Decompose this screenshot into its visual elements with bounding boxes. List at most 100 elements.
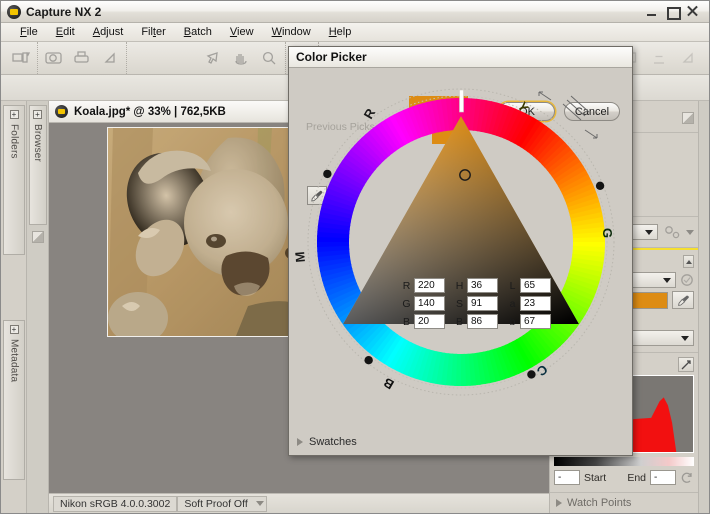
camera-icon[interactable] xyxy=(41,46,67,70)
input-a[interactable]: 23 xyxy=(520,296,551,311)
label-r: R xyxy=(402,279,411,292)
watch-points-expander[interactable]: Watch Points xyxy=(550,493,698,513)
label-l: L xyxy=(509,279,516,292)
sidebar-item-folders[interactable]: + Folders xyxy=(3,105,25,255)
input-b-hsb[interactable]: 86 xyxy=(467,314,498,329)
label-s: S xyxy=(455,297,463,310)
zoom-out-icon[interactable] xyxy=(646,46,672,70)
input-l[interactable]: 65 xyxy=(520,278,551,293)
value-row-3: B 20 B 86 b 67 xyxy=(399,314,558,329)
app-title: Capture NX 2 xyxy=(26,4,102,19)
print-icon[interactable] xyxy=(69,46,95,70)
input-b-rgb[interactable]: 20 xyxy=(414,314,445,329)
sidebar-item-label: Folders xyxy=(8,124,20,159)
menu-edit[interactable]: Edit xyxy=(47,25,84,39)
menu-help[interactable]: Help xyxy=(320,25,361,39)
hand-icon[interactable] xyxy=(228,46,254,70)
svg-text:M: M xyxy=(295,251,308,263)
reset-arrow-icon[interactable] xyxy=(680,471,694,485)
menu-window[interactable]: Window xyxy=(263,25,320,39)
menu-file[interactable]: File xyxy=(11,25,47,39)
color-picker-dialog: Color Picker Previous Picks OK Cancel R … xyxy=(288,46,633,456)
left-dock: + Folders + Metadata xyxy=(1,101,27,513)
sidebar-item-metadata[interactable]: + Metadata xyxy=(3,320,25,480)
expand-panel-icon[interactable] xyxy=(675,46,701,70)
arrow-pointer-icon[interactable] xyxy=(200,46,226,70)
metadata-expander-icon[interactable]: + xyxy=(9,325,19,334)
menu-batch[interactable]: Batch xyxy=(175,25,221,39)
chevron-down-icon xyxy=(645,229,653,235)
tonal-gradient-bar xyxy=(554,457,694,466)
title-bar: Capture NX 2 xyxy=(1,1,709,23)
toolbar-group-transfer xyxy=(5,42,38,74)
options-icon[interactable] xyxy=(97,46,123,70)
color-profile-label: Nikon sRGB 4.0.0.3002 xyxy=(53,495,178,512)
menu-bar: File Edit Adjust Filter Batch View Windo… xyxy=(1,23,709,42)
menu-filter[interactable]: Filter xyxy=(132,25,174,39)
browser-resize-icon[interactable] xyxy=(31,231,44,243)
sidebar-item-label: Metadata xyxy=(8,339,20,383)
menu-adjust[interactable]: Adjust xyxy=(84,25,133,39)
color-picker-body: Previous Picks OK Cancel R Y G C B M R 2… xyxy=(289,68,632,455)
transfer-icon[interactable] xyxy=(8,46,34,70)
svg-text:G: G xyxy=(600,228,615,238)
koala-photo[interactable] xyxy=(107,127,317,337)
color-value-fields: R 220 H 36 L 65 G 140 S 91 a 23 B 20 B 8… xyxy=(399,278,558,332)
value-row-2: G 140 S 91 a 23 xyxy=(399,296,558,311)
chevron-right-icon xyxy=(556,499,562,507)
input-g[interactable]: 140 xyxy=(414,296,445,311)
svg-text:B: B xyxy=(381,375,397,393)
browser-dock: + Browser xyxy=(27,101,49,513)
value-row-1: R 220 H 36 L 65 xyxy=(399,278,558,293)
menu-view[interactable]: View xyxy=(221,25,263,39)
toolbar-group-tools xyxy=(197,42,286,74)
status-bar: Nikon sRGB 4.0.0.3002 Soft Proof Off xyxy=(49,493,549,513)
color-picker-title: Color Picker xyxy=(289,47,632,68)
scroll-up-icon[interactable] xyxy=(683,255,694,268)
minimize-icon[interactable] xyxy=(646,5,659,18)
label-b-lab: b xyxy=(509,315,516,328)
start-end-row: - Start End - xyxy=(554,470,694,485)
sidebar-item-label: Browser xyxy=(32,124,43,163)
swatches-expander[interactable]: Swatches xyxy=(297,436,357,448)
enable-check-icon[interactable] xyxy=(680,273,694,287)
svg-text:R: R xyxy=(361,105,379,121)
window-controls xyxy=(646,5,706,20)
input-b-lab[interactable]: 67 xyxy=(520,314,551,329)
soft-proof-dropdown[interactable]: Soft Proof Off xyxy=(177,495,267,512)
maximize-icon[interactable] xyxy=(666,5,681,20)
gradient-end-input[interactable]: - xyxy=(650,470,676,485)
dock-gap xyxy=(1,258,26,320)
gradient-start-input[interactable]: - xyxy=(554,470,580,485)
eyedropper-icon[interactable] xyxy=(672,291,694,309)
label-b-hsb: B xyxy=(455,315,463,328)
soft-proof-label: Soft Proof Off xyxy=(184,497,248,510)
chevron-down-icon xyxy=(663,277,671,283)
chevron-down-icon[interactable] xyxy=(686,229,694,235)
label-h: H xyxy=(455,279,464,292)
chevron-down-icon xyxy=(255,501,264,506)
chevron-right-icon xyxy=(297,438,303,446)
nikon-logo-icon xyxy=(7,4,21,19)
watch-points-label: Watch Points xyxy=(567,497,632,509)
swatches-label: Swatches xyxy=(309,436,357,448)
gradient-end-label: End xyxy=(627,471,646,484)
browser-expander-icon[interactable]: + xyxy=(33,110,42,119)
close-icon[interactable] xyxy=(686,5,699,18)
folders-expander-icon[interactable]: + xyxy=(9,110,19,119)
label-b-rgb: B xyxy=(402,315,410,328)
color-wheel[interactable]: R Y G C B M xyxy=(292,76,627,408)
toolbar-group-device xyxy=(38,42,127,74)
expand-histogram-icon[interactable] xyxy=(678,357,694,372)
panel-scrollbar[interactable] xyxy=(698,101,709,513)
expand-panel-icon[interactable] xyxy=(682,111,694,124)
document-title: Koala.jpg* @ 33% | 762,5KB xyxy=(74,105,226,118)
sidebar-item-browser[interactable]: + Browser xyxy=(28,105,47,225)
input-s[interactable]: 91 xyxy=(467,296,498,311)
label-g: G xyxy=(402,297,411,310)
input-h[interactable]: 36 xyxy=(467,278,498,293)
input-r[interactable]: 220 xyxy=(414,278,445,293)
gear-icon[interactable] xyxy=(662,224,682,240)
gradient-start-label: Start xyxy=(584,471,607,484)
magnifier-icon[interactable] xyxy=(256,46,282,70)
